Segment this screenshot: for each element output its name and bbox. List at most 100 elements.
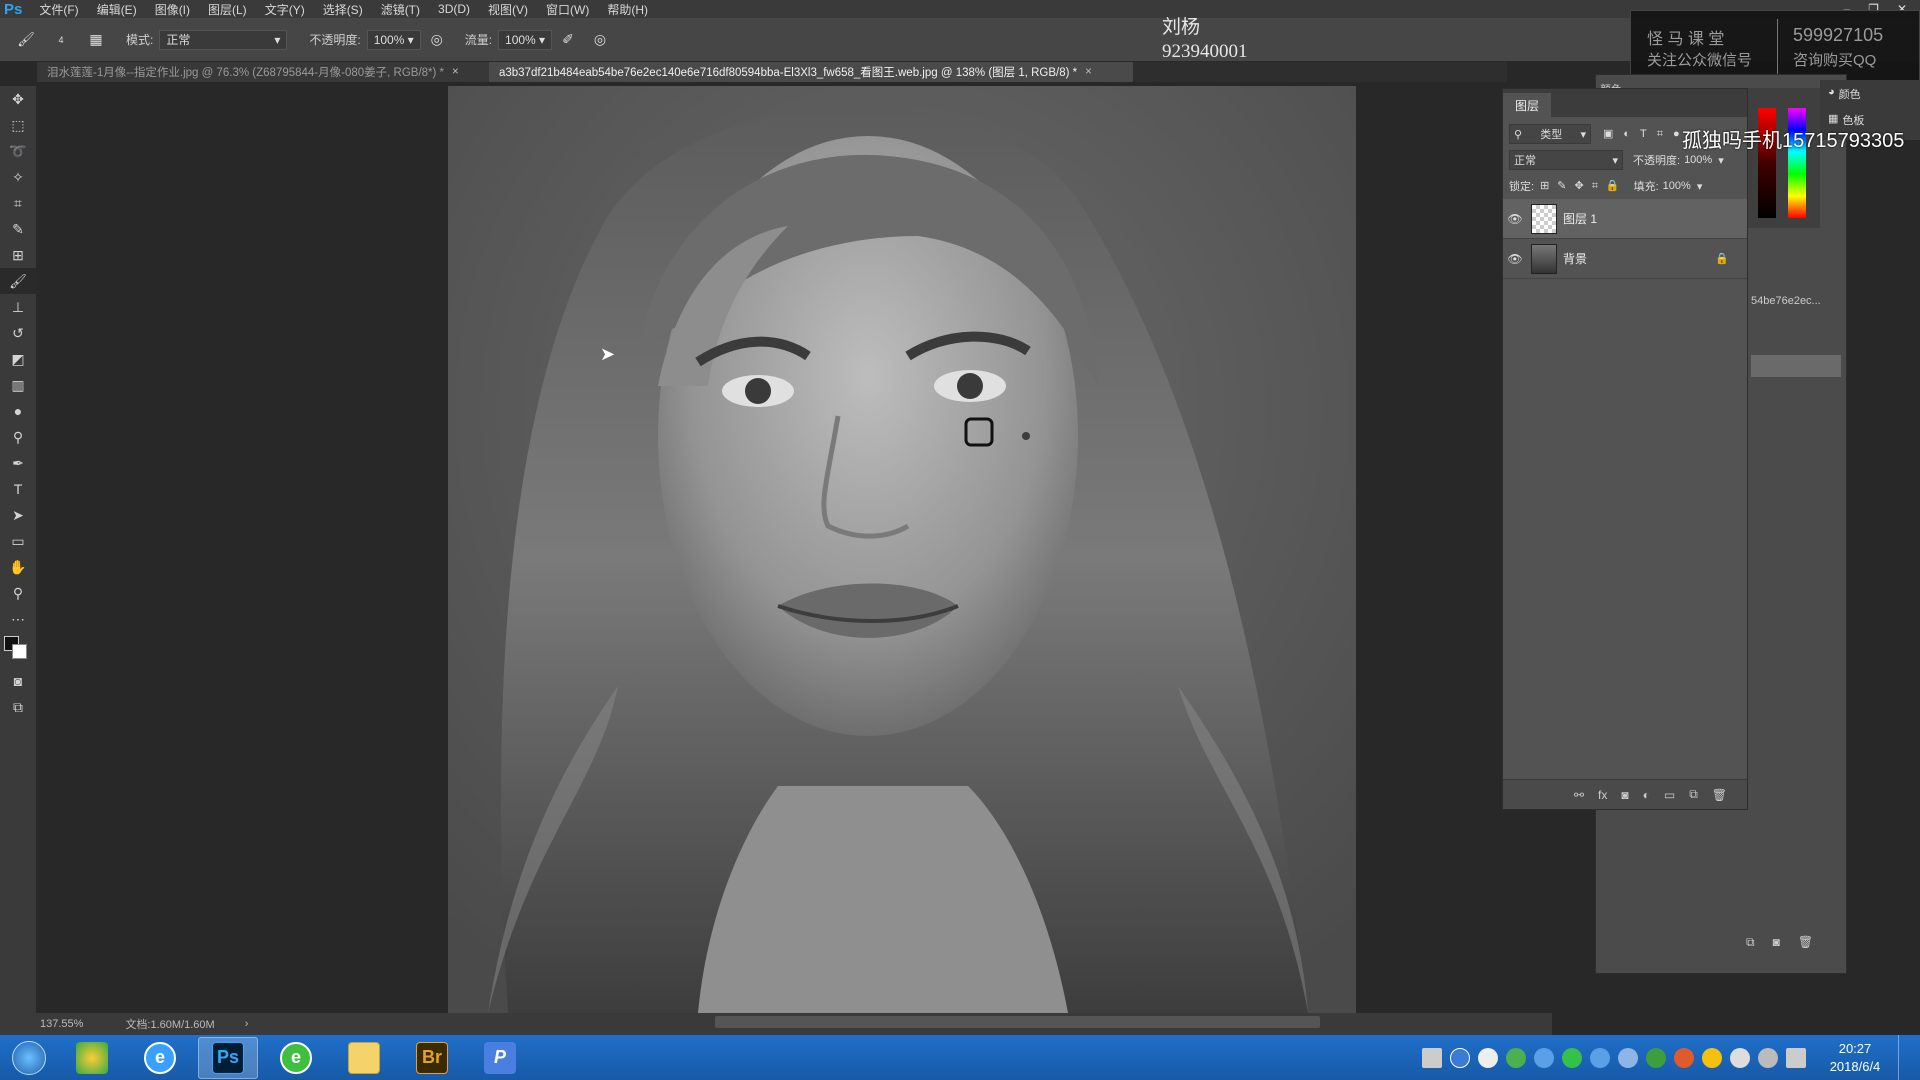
tab-document-2[interactable]: a3b37df21b484eab54be76e2ec140e6e716df805… — [489, 62, 1133, 82]
background-color[interactable] — [12, 644, 27, 659]
quick-mask-icon[interactable]: ◙ — [0, 668, 36, 694]
quick-select-tool-icon[interactable]: ✧ — [0, 164, 36, 190]
crop-tool-icon[interactable]: ⌗ — [0, 190, 36, 216]
plus-icon[interactable] — [1702, 1047, 1722, 1068]
close-icon[interactable]: × — [1085, 66, 1092, 78]
marquee-tool-icon[interactable]: ⬚ — [0, 112, 36, 138]
keyboard-icon[interactable] — [1422, 1047, 1442, 1068]
menu-window[interactable]: 窗口(W) — [537, 1, 598, 18]
new-layer-icon[interactable]: ⧉ — [1689, 787, 1698, 802]
brush-tool-icon[interactable]: 🖌 — [0, 268, 36, 294]
new-doc-icon[interactable]: ⧉ — [1746, 935, 1755, 950]
menu-view[interactable]: 视图(V) — [479, 1, 537, 18]
history-brush-tool-icon[interactable]: ↺ — [0, 320, 36, 346]
menu-layer[interactable]: 图层(L) — [199, 1, 256, 18]
menu-type[interactable]: 文字(Y) — [256, 1, 314, 18]
lasso-tool-icon[interactable]: ➰ — [0, 138, 36, 164]
clock[interactable]: 20:27 2018/6/4 — [1820, 1040, 1890, 1076]
eyedropper-tool-icon[interactable]: ✎ — [0, 216, 36, 242]
type-tool-icon[interactable]: T — [0, 476, 36, 502]
display-icon[interactable] — [1786, 1047, 1806, 1068]
wifi-icon[interactable] — [1646, 1047, 1666, 1068]
screen-mode-icon[interactable]: ⧉ — [0, 694, 36, 720]
folder-icon[interactable]: ▭ — [1664, 788, 1675, 802]
pressure-opacity-icon[interactable]: ◎ — [427, 30, 447, 50]
history-item[interactable]: 54be76e2ec... — [1751, 295, 1841, 313]
menu-3d[interactable]: 3D(D) — [429, 2, 479, 16]
link-icon[interactable]: ⚯ — [1574, 788, 1584, 802]
menu-filter[interactable]: 滤镜(T) — [372, 1, 429, 18]
layer-row[interactable]: 👁 图层 1 — [1503, 199, 1747, 239]
layer-filter-select[interactable]: ⚲ 类型 ▾ — [1509, 124, 1591, 144]
dodge-tool-icon[interactable]: ⚲ — [0, 424, 36, 450]
blend-mode-select[interactable]: 正常 ▾ — [1509, 150, 1623, 170]
brush-panel-icon[interactable]: ▦ — [86, 30, 106, 50]
menu-file[interactable]: 文件(F) — [30, 1, 87, 18]
speaker-icon[interactable] — [1758, 1047, 1778, 1068]
color-tab[interactable]: ◕ 颜色 — [1828, 86, 1861, 102]
notify-icon[interactable] — [1478, 1047, 1498, 1068]
fx-icon[interactable]: fx — [1598, 788, 1607, 802]
healing-tool-icon[interactable]: ⊞ — [0, 242, 36, 268]
opacity-field[interactable]: 100% ▾ — [366, 29, 421, 50]
lock-icons[interactable]: ⊞✎✥⌗🔒 — [1540, 179, 1628, 193]
horizontal-scrollbar[interactable] — [715, 1016, 1320, 1028]
blur-tool-icon[interactable]: ● — [0, 398, 36, 424]
close-icon[interactable]: × — [452, 66, 459, 78]
eraser-tool-icon[interactable]: ◩ — [0, 346, 36, 372]
move-tool-icon[interactable]: ✥ — [0, 86, 36, 112]
stamp-tool-icon[interactable]: ⊥ — [0, 294, 36, 320]
eye-icon[interactable]: 👁 — [1503, 212, 1527, 226]
document-canvas[interactable]: ➤ — [448, 86, 1356, 1013]
gradient-tool-icon[interactable]: ▥ — [0, 372, 36, 398]
tab-layers[interactable]: 图层 — [1503, 93, 1552, 117]
mask-icon[interactable]: ◙ — [1621, 788, 1628, 802]
zoom-tool-icon[interactable]: ⚲ — [0, 580, 36, 606]
brush-tool-icon[interactable]: 🖌 — [16, 30, 36, 50]
fill-value[interactable]: 100% — [1663, 180, 1691, 192]
tab-document-1[interactable]: 泪水莲莲-1月像--指定作业.jpg @ 76.3% (Z68795844-月像… — [37, 62, 489, 82]
layer-name[interactable]: 图层 1 — [1563, 210, 1747, 227]
airbrush-icon[interactable]: ✐ — [558, 30, 578, 50]
mode-select[interactable]: 正常 ▾ — [159, 29, 288, 50]
layer-opacity-value[interactable]: 100% — [1684, 154, 1712, 166]
eye-icon[interactable]: 👁 — [1503, 252, 1527, 266]
flow-field[interactable]: 100% ▾ — [498, 29, 553, 50]
brush-preset-picker[interactable]: 4 — [48, 30, 74, 50]
color-swatches[interactable] — [0, 632, 36, 668]
shield-icon[interactable] — [1590, 1047, 1610, 1068]
history-selected-row[interactable] — [1751, 355, 1841, 377]
trash-icon[interactable]: 🗑 — [1798, 935, 1813, 950]
taskbar-p-app[interactable]: P — [470, 1037, 530, 1079]
network-icon[interactable] — [1534, 1047, 1554, 1068]
taskbar-360-browser[interactable]: e — [266, 1037, 326, 1079]
menu-edit[interactable]: 编辑(E) — [88, 1, 146, 18]
pressure-size-icon[interactable]: ◎ — [590, 30, 610, 50]
zoom-level[interactable]: 137.55% — [40, 1018, 83, 1030]
security-icon[interactable] — [1562, 1047, 1582, 1068]
filter-icons[interactable]: ▣◐T⌗● — [1603, 127, 1690, 141]
taskbar-explorer[interactable] — [334, 1037, 394, 1079]
menu-select[interactable]: 选择(S) — [314, 1, 372, 18]
pen-tool-icon[interactable]: ✒ — [0, 450, 36, 476]
show-desktop-button[interactable] — [1898, 1035, 1910, 1080]
path-select-tool-icon[interactable]: ➤ — [0, 502, 36, 528]
trash-icon[interactable]: 🗑 — [1712, 788, 1727, 802]
start-button[interactable] — [4, 1037, 54, 1079]
menu-help[interactable]: 帮助(H) — [598, 1, 657, 18]
layer-row[interactable]: 👁 背景 🔒 — [1503, 239, 1747, 279]
layer-name[interactable]: 背景 — [1563, 250, 1715, 267]
adjustment-icon[interactable]: ◐ — [1643, 788, 1650, 802]
hand-tool-icon[interactable]: ✋ — [0, 554, 36, 580]
camera-icon[interactable]: ◙ — [1773, 935, 1780, 950]
taskbar-photoshop[interactable]: Ps — [198, 1036, 258, 1079]
taskbar-browser-1[interactable] — [62, 1037, 122, 1079]
taskbar-bridge[interactable]: Br — [402, 1037, 462, 1079]
qq-icon[interactable] — [1674, 1047, 1694, 1068]
menu-image[interactable]: 图像(I) — [146, 1, 199, 18]
battery-icon[interactable] — [1506, 1047, 1526, 1068]
taskbar-ie[interactable]: e — [130, 1037, 190, 1079]
volume-icon[interactable] — [1730, 1047, 1750, 1068]
chevron-right-icon[interactable]: › — [245, 1018, 249, 1030]
more-tools-icon[interactable]: ⋯ — [0, 606, 36, 632]
